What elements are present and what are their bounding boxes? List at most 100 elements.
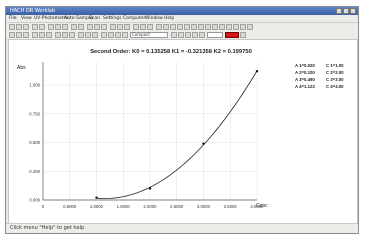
app-window: HACH DR Worklab File View UV-Photometric…: [5, 6, 359, 234]
option-icon-d[interactable]: [192, 32, 198, 38]
font-icon[interactable]: [85, 32, 91, 38]
lamp-icon[interactable]: [140, 24, 146, 30]
tool-icon-e[interactable]: [184, 24, 190, 30]
cut-icon[interactable]: [48, 24, 54, 30]
graph-icon[interactable]: [124, 24, 130, 30]
axis-icon[interactable]: [115, 32, 121, 38]
status-bar: Click menu "Help" to get help: [6, 223, 358, 233]
report-icon[interactable]: [69, 32, 75, 38]
menu-computer[interactable]: Computer: [123, 15, 145, 22]
y-tick-label: 0.250: [29, 169, 40, 174]
option-icon-e[interactable]: [199, 32, 205, 38]
settings-icon[interactable]: [133, 24, 139, 30]
preview-icon[interactable]: [39, 24, 45, 30]
zoom-in-icon[interactable]: [9, 32, 15, 38]
zoom-fit-icon[interactable]: [23, 32, 29, 38]
y-axis-label: Abs: [17, 65, 26, 71]
tool-icon-f[interactable]: [191, 24, 197, 30]
tool-icon-d[interactable]: [177, 24, 183, 30]
legend-icon[interactable]: [108, 32, 114, 38]
option-icon-b[interactable]: [178, 32, 184, 38]
x-tick-label: 2.5000: [170, 204, 184, 209]
x-tick-label: 3.5000: [224, 204, 238, 209]
undo-icon[interactable]: [71, 24, 77, 30]
x-tick-label: 4.0000: [250, 204, 264, 209]
cursor-icon[interactable]: [32, 32, 38, 38]
x-tick-labels: 0 0.5000 1.0000 1.5000 2.0000 2.5000 3.0000 3.5…: [42, 204, 264, 209]
tool-icon-j[interactable]: [219, 24, 225, 30]
graph-panel: Second Order: K0 = 0.135258 K1 = -0.3213…: [8, 39, 358, 225]
tool-icon-g[interactable]: [198, 24, 204, 30]
help-icon[interactable]: [147, 24, 153, 30]
tool-icon-m[interactable]: [240, 24, 246, 30]
table-view-icon[interactable]: [62, 32, 68, 38]
new-icon[interactable]: [9, 24, 15, 30]
maximize-button[interactable]: [343, 8, 349, 14]
option-icon-a[interactable]: [171, 32, 177, 38]
y-tick-label: 0.750: [29, 111, 40, 116]
view-mode-select[interactable]: Compact: [130, 32, 168, 38]
window-title: HACH DR Worklab: [10, 8, 56, 14]
x-tick-label: 3.0000: [197, 204, 211, 209]
menu-help[interactable]: Help: [164, 15, 174, 22]
data-point: [255, 70, 259, 73]
abs-value-2: A 2=0.100: [295, 70, 315, 75]
chart-title: Second Order: K0 = 0.135258 K1 = -0.3213…: [90, 49, 252, 55]
y-tick-label: 0.500: [29, 140, 40, 145]
copy-icon[interactable]: [55, 24, 61, 30]
line-width-select[interactable]: [207, 32, 223, 38]
minimize-button[interactable]: [336, 8, 342, 14]
menu-scan[interactable]: Scan: [89, 15, 100, 22]
tool-icon-k[interactable]: [226, 24, 232, 30]
measure-icon[interactable]: [87, 24, 93, 30]
y-tick-labels: 0.000 0.250 0.500 0.750 1.000: [29, 83, 40, 203]
option-icon-c[interactable]: [185, 32, 191, 38]
pan-icon[interactable]: [46, 32, 52, 38]
menu-bar: File View UV-Photometric Auto-Sample Sca…: [6, 15, 358, 23]
title-bar: HACH DR Worklab: [6, 7, 358, 15]
menu-view[interactable]: View: [21, 15, 32, 22]
data-point: [202, 142, 205, 145]
tool-icon-i[interactable]: [212, 24, 218, 30]
menu-file[interactable]: File: [9, 15, 17, 22]
y-tick-label: 1.000: [29, 83, 40, 88]
tool-icon-n[interactable]: [247, 24, 253, 30]
blank-icon[interactable]: [101, 24, 107, 30]
paste-icon[interactable]: [62, 24, 68, 30]
calibration-chart: Second Order: K0 = 0.135258 K1 = -0.3213…: [17, 49, 344, 209]
crosshair-icon[interactable]: [39, 32, 45, 38]
abs-value-4: A 4=1.123: [295, 84, 315, 89]
conc-value-2: C 2=2.00: [326, 70, 344, 75]
trace-color-swatch[interactable]: [225, 32, 239, 38]
window-controls: [336, 8, 356, 14]
tool-icon-a[interactable]: [156, 24, 162, 30]
grid-icon[interactable]: [101, 32, 107, 38]
label-icon[interactable]: [122, 32, 128, 38]
menu-settings[interactable]: Settings: [103, 15, 121, 22]
x-tick-label: 0.5000: [63, 204, 77, 209]
x-tick-label: 1.5000: [117, 204, 131, 209]
open-icon[interactable]: [16, 24, 22, 30]
tool-icon-c[interactable]: [170, 24, 176, 30]
conc-value-3: C 3=3.00: [326, 77, 344, 82]
table-icon[interactable]: [117, 24, 123, 30]
conc-value-4: C 4=4.00: [326, 84, 344, 89]
y-tick-label: 0.000: [29, 198, 40, 203]
close-button[interactable]: [350, 8, 356, 14]
line-style-icon[interactable]: [92, 32, 98, 38]
color-icon[interactable]: [78, 32, 84, 38]
redo-icon[interactable]: [78, 24, 84, 30]
save-icon[interactable]: [23, 24, 29, 30]
tool-icon-l[interactable]: [233, 24, 239, 30]
status-text: Click menu "Help" to get help: [10, 225, 85, 231]
tool-icon-h[interactable]: [205, 24, 211, 30]
tool-icon-b[interactable]: [163, 24, 169, 30]
color-dropdown-icon[interactable]: [240, 32, 246, 38]
print-icon[interactable]: [32, 24, 38, 30]
zoom-out-icon[interactable]: [16, 32, 22, 38]
x-tick-label: 1.0000: [90, 204, 104, 209]
graph-view-icon[interactable]: [55, 32, 61, 38]
zero-icon[interactable]: [94, 24, 100, 30]
sample-icon[interactable]: [110, 24, 116, 30]
menu-window[interactable]: Window: [145, 15, 163, 22]
